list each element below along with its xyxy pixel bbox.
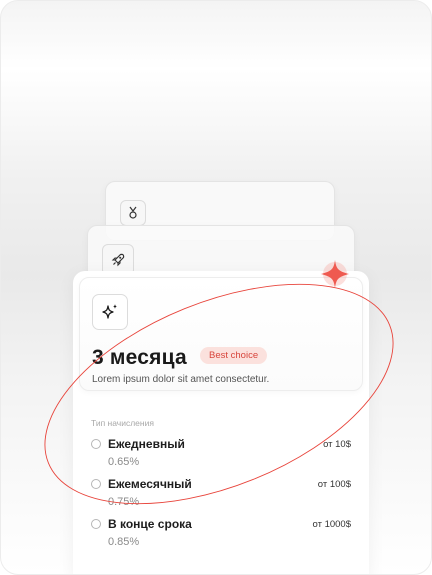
option-name: Ежемесячный	[108, 477, 192, 491]
plan-header: 3 месяца Best choice Lorem ipsum dolor s…	[79, 277, 363, 391]
option-rate: 0.75%	[108, 496, 140, 508]
option-minimum: от 100$	[317, 479, 351, 490]
option-minimum: от 10$	[323, 439, 351, 450]
option-rate: 0.85%	[108, 536, 140, 548]
accrual-type-label: Тип начисления	[91, 418, 154, 428]
best-choice-badge: Best choice	[200, 347, 268, 364]
screen-frame: 3 месяца Best choice Lorem ipsum dolor s…	[0, 0, 432, 575]
accrual-option-end-of-term[interactable]: В конце срока 0.85% от 1000$	[91, 517, 351, 557]
option-name: Ежедневный	[108, 437, 185, 451]
sparkles-icon	[92, 294, 128, 330]
option-rate: 0.65%	[108, 456, 140, 468]
accrual-option-monthly[interactable]: Ежемесячный 0.75% от 100$	[91, 477, 351, 517]
radio-button[interactable]	[91, 519, 101, 529]
plan-description: Lorem ipsum dolor sit amet consectetur.	[92, 374, 270, 385]
plan-card[interactable]: 3 месяца Best choice Lorem ipsum dolor s…	[73, 271, 369, 574]
medal-icon	[120, 200, 146, 226]
option-name: В конце срока	[108, 517, 192, 531]
accrual-option-daily[interactable]: Ежедневный 0.65% от 10$	[91, 437, 351, 477]
radio-button[interactable]	[91, 439, 101, 449]
radio-button[interactable]	[91, 479, 101, 489]
plan-title: 3 месяца	[92, 346, 187, 369]
option-minimum: от 1000$	[312, 519, 351, 530]
